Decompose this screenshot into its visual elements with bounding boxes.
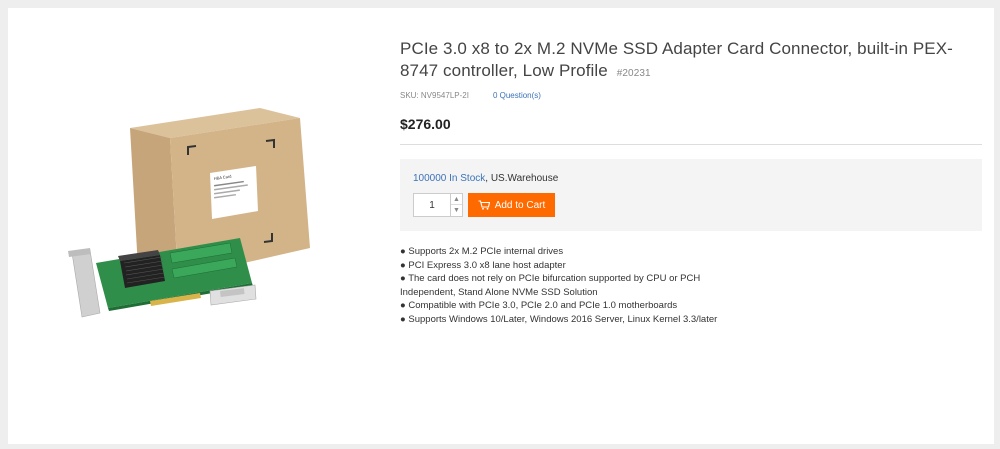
sku-info: SKU: NV9547LP-2I: [400, 91, 469, 100]
divider: [400, 144, 982, 145]
product-title: PCIe 3.0 x8 to 2x M.2 NVMe SSD Adapter C…: [400, 38, 982, 85]
quantity-increase-button[interactable]: ▲: [451, 194, 462, 205]
sku-value: NV9547LP-2I: [420, 91, 469, 100]
stock-status: 100000 In Stock, US.Warehouse: [413, 173, 558, 184]
stock-quantity[interactable]: 100000 In Stock: [413, 173, 485, 184]
feature-item: ● The card does not rely on PCIe bifurca…: [400, 273, 701, 284]
product-title-text: PCIe 3.0 x8 to 2x M.2 NVMe SSD Adapter C…: [400, 39, 953, 80]
quantity-stepper: ▲ ▼: [413, 193, 463, 217]
feature-item: Independent, Stand Alone NVMe SSD Soluti…: [400, 286, 598, 298]
quantity-decrease-button[interactable]: ▼: [451, 205, 462, 216]
sku-label: SKU:: [400, 91, 419, 100]
stock-warehouse: , US.Warehouse: [485, 173, 559, 184]
chevron-down-icon: ▼: [453, 207, 460, 214]
product-meta: SKU: NV9547LP-2I 0 Question(s): [400, 91, 982, 100]
feature-item: ● Supports Windows 10/Later, Windows 201…: [400, 313, 718, 325]
add-to-cart-button[interactable]: Add to Cart: [468, 193, 555, 217]
chevron-up-icon: ▲: [453, 195, 460, 203]
feature-item: ● Supports 2x M.2 PCIe internal drives: [400, 246, 564, 257]
buy-box: 100000 In Stock, US.Warehouse ▲ ▼: [400, 159, 982, 231]
product-image[interactable]: HBA Card: [60, 103, 320, 333]
product-price: $276.00: [400, 116, 451, 132]
product-info: PCIe 3.0 x8 to 2x M.2 NVMe SSD Adapter C…: [400, 38, 982, 326]
cart-icon: [478, 200, 490, 210]
add-to-cart-label: Add to Cart: [494, 199, 546, 211]
questions-link[interactable]: 0 Question(s): [493, 91, 541, 100]
feature-list: ● Supports 2x M.2 PCIe internal drives ●…: [400, 245, 982, 326]
quantity-input[interactable]: [414, 194, 450, 216]
item-number: #20231: [616, 68, 651, 79]
feature-item: ● Compatible with PCIe 3.0, PCIe 2.0 and…: [400, 300, 678, 311]
product-card: HBA Card PCIe 3.0 x8 to 2x M.2 NVMe SSD …: [8, 8, 994, 444]
feature-item: ● PCI Express 3.0 x8 lane host adapter: [400, 259, 566, 271]
quantity-spinner: ▲ ▼: [450, 194, 462, 216]
